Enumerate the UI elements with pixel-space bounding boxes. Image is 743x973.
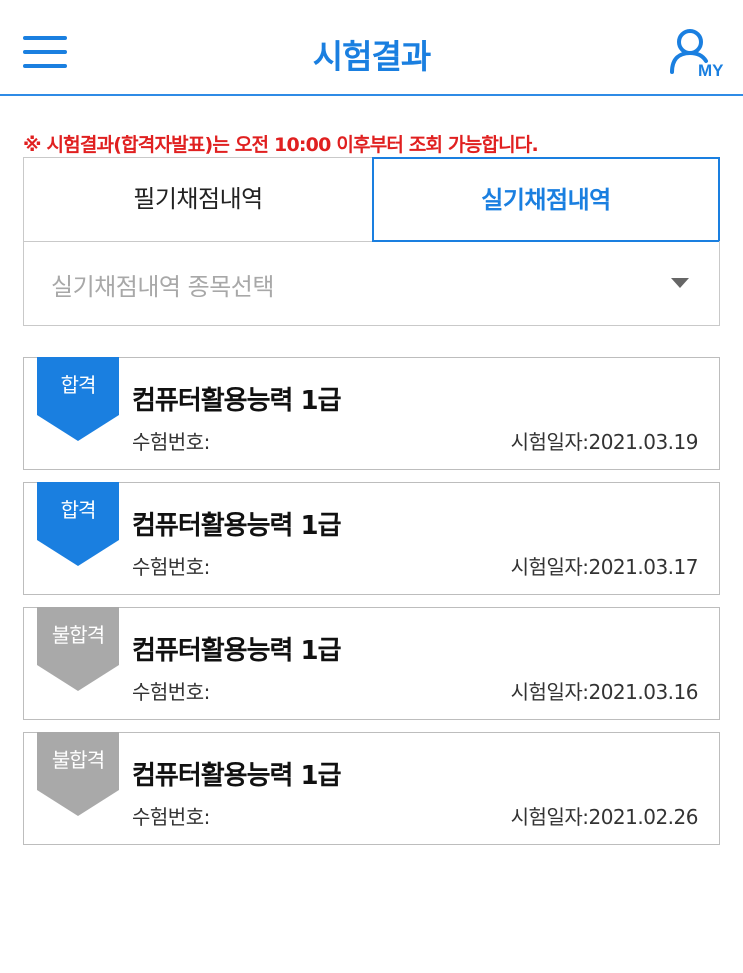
result-card[interactable]: 합격 컴퓨터활용능력 1급 수험번호: 시험일자:2021.03.19: [23, 357, 720, 470]
exam-date: 시험일자:2021.03.16: [510, 680, 699, 704]
status-badge: 합격: [37, 482, 119, 566]
notice-time: 10:00: [274, 134, 331, 156]
result-card[interactable]: 불합격 컴퓨터활용능력 1급 수험번호: 시험일자:2021.03.16: [23, 607, 720, 720]
notice-text: ※ 시험결과(합격자발표)는 오전 10:00 이후부터 조회 가능합니다.: [23, 130, 539, 157]
user-icon: MY: [670, 29, 724, 80]
exam-title: 컴퓨터활용능력 1급: [132, 636, 342, 666]
exam-number: 수험번호:: [132, 555, 210, 579]
status-badge: 합격: [37, 357, 119, 441]
result-tabs: 필기채점내역 실기채점내역: [23, 157, 720, 242]
status-badge: 불합격: [37, 607, 119, 691]
exam-date: 시험일자:2021.03.19: [510, 430, 699, 454]
result-card[interactable]: 합격 컴퓨터활용능력 1급 수험번호: 시험일자:2021.03.17: [23, 482, 720, 595]
subject-select[interactable]: 실기채점내역 종목선택: [23, 241, 720, 326]
tab-practical-results[interactable]: 실기채점내역: [372, 157, 720, 242]
notice-text-after: 이후부터 조회 가능합니다.: [330, 134, 538, 156]
exam-number: 수험번호:: [132, 805, 210, 829]
status-badge: 불합격: [37, 732, 119, 816]
exam-number: 수험번호:: [132, 680, 210, 704]
my-label: MY: [698, 61, 724, 80]
exam-number: 수험번호:: [132, 430, 210, 454]
status-label: 합격: [60, 498, 97, 522]
my-page-button[interactable]: MY: [668, 26, 726, 80]
tab-written-results[interactable]: 필기채점내역: [23, 157, 372, 242]
exam-title: 컴퓨터활용능력 1급: [132, 761, 342, 791]
notice-text-before: 시험결과(합격자발표)는 오전: [40, 134, 275, 156]
exam-title: 컴퓨터활용능력 1급: [132, 511, 342, 541]
subject-select-placeholder: 실기채점내역 종목선택: [51, 273, 274, 301]
notice-mark: ※: [23, 134, 41, 156]
status-label: 불합격: [51, 623, 105, 647]
exam-date: 시험일자:2021.03.17: [510, 555, 699, 579]
caret-down-icon: [671, 278, 689, 288]
status-label: 불합격: [51, 748, 105, 772]
page-title: 시험결과: [312, 37, 431, 76]
status-label: 합격: [60, 373, 97, 397]
result-card[interactable]: 불합격 컴퓨터활용능력 1급 수험번호: 시험일자:2021.02.26: [23, 732, 720, 845]
app-header: 시험결과 MY: [0, 0, 743, 96]
exam-title: 컴퓨터활용능력 1급: [132, 386, 342, 416]
exam-date: 시험일자:2021.02.26: [510, 805, 699, 829]
